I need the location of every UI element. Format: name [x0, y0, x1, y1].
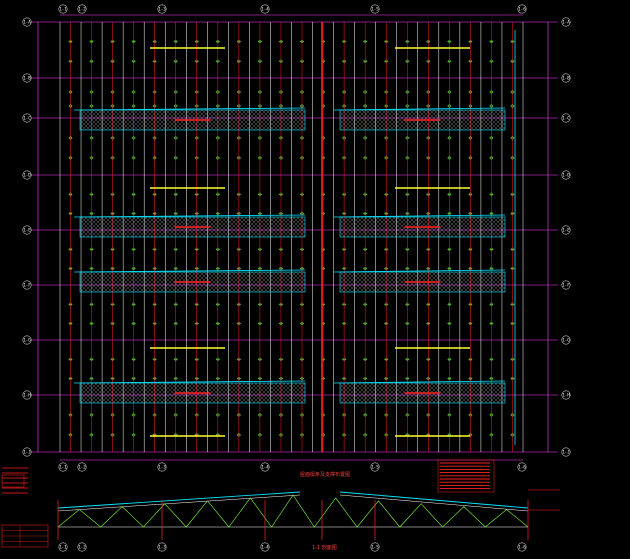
section-axis-label: 1-5 [371, 545, 379, 550]
section-axis-label: 1-6 [518, 545, 526, 550]
axis-label-top: 1-6 [518, 7, 526, 12]
section-axis-label: 1-2 [78, 545, 86, 550]
truss-web [57, 494, 529, 528]
axis-label-left: 1-A [23, 20, 31, 25]
axis-label-left: 1-G [23, 338, 31, 343]
band-edge [333, 214, 506, 218]
axis-label-right: 1-B [562, 76, 570, 81]
legend-block [1, 467, 49, 548]
plan-title: 屋面檩条及支撑布置图 [300, 471, 350, 478]
axis-label-right: 1-J [562, 450, 569, 455]
top-chord-right [339, 491, 529, 509]
axis-label-left: 1-E [23, 228, 31, 233]
section-axis-label: 1-3 [158, 545, 166, 550]
axis-label-bottom: 1-4 [261, 465, 269, 470]
purlin-line-right [339, 494, 529, 512]
axis-label-top: 1-2 [78, 7, 86, 12]
section-title: 1-1 剖面图 [312, 544, 337, 551]
axis-label-bottom: 1-1 [59, 465, 67, 470]
axis-label-bottom: 1-6 [518, 465, 526, 470]
axis-label-top: 1-3 [158, 7, 166, 12]
section-axis-label: 1-4 [261, 545, 269, 550]
band-edge [333, 107, 506, 111]
section-axis-label: 1-1 [59, 545, 67, 550]
axis-label-top: 1-4 [261, 7, 269, 12]
axis-label-right: 1-H [562, 393, 570, 398]
axis-label-right: 1-D [562, 173, 570, 178]
axis-label-bottom: 1-2 [78, 465, 86, 470]
legend-note-box [1, 474, 25, 488]
cad-drawing-canvas[interactable]: 1-1 1-1 1-2 1-2 1-3 1-3 1-4 1-4 1-5 1-5 1-6 1-6 1-A 1… [0, 0, 630, 559]
axis-label-left: 1-F [23, 283, 31, 288]
roof-plan [30, 14, 558, 461]
axis-label-left: 1-B [23, 76, 31, 81]
axis-label-bottom: 1-5 [371, 465, 379, 470]
axis-label-right: 1-A [562, 20, 570, 25]
axis-label-left: 1-H [23, 393, 31, 398]
axis-label-right: 1-G [562, 338, 570, 343]
axis-label-left: 1-C [23, 116, 31, 121]
axis-label-left: 1-J [23, 450, 30, 455]
top-chord-left [57, 491, 301, 509]
axis-label-top: 1-1 [59, 7, 67, 12]
axis-label-bottom: 1-3 [158, 465, 166, 470]
axis-label-right: 1-C [562, 116, 570, 121]
axis-label-right: 1-F [562, 283, 570, 288]
axis-label-right: 1-E [562, 228, 570, 233]
purlin-line-left [57, 494, 301, 512]
axis-label-left: 1-D [23, 173, 31, 178]
axis-label-top: 1-5 [371, 7, 379, 12]
